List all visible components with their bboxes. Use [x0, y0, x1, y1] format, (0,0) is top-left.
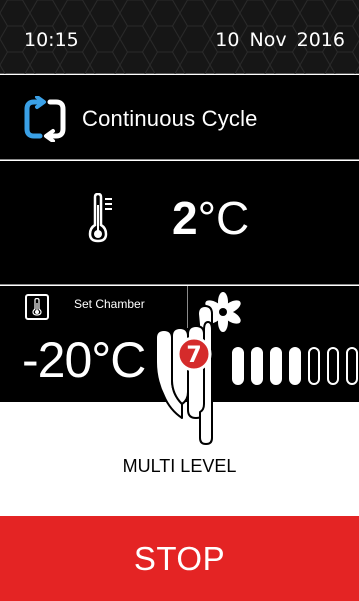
ventilation-screen: 10:15 10 Nov 2016 Continuous Cycle 2°C S…	[0, 0, 359, 601]
status-bar: 10:15 10 Nov 2016	[0, 0, 359, 74]
stop-button[interactable]: STOP	[0, 516, 359, 601]
temperature-unit: °C	[197, 192, 250, 244]
clock-date: 10 Nov 2016	[215, 29, 345, 51]
temperature-row: 2°C	[0, 161, 359, 285]
fan-level-segment[interactable]	[327, 347, 339, 385]
cycle-label: Continuous Cycle	[82, 106, 258, 131]
thermometer-icon	[88, 193, 112, 243]
temperature-number: 2	[172, 192, 198, 244]
chamber-setpoint[interactable]: -20°C	[22, 331, 146, 389]
callout-number: 7	[186, 343, 201, 368]
cycle-row[interactable]: Continuous Cycle	[0, 75, 359, 160]
chamber-thermometer-icon[interactable]	[25, 294, 49, 320]
current-temperature: 2°C	[172, 191, 249, 245]
clock-time: 10:15	[24, 29, 79, 51]
pointing-hand-icon: 7	[155, 305, 213, 445]
mode-label: MULTI LEVEL	[122, 456, 237, 476]
fan-level-segment[interactable]	[270, 347, 282, 385]
continuous-cycle-icon	[24, 96, 66, 142]
set-chamber-label: Set Chamber	[74, 297, 145, 311]
fan-level-segment[interactable]	[308, 347, 320, 385]
fan-level-segment[interactable]	[289, 347, 301, 385]
fan-level-segment[interactable]	[346, 347, 358, 385]
